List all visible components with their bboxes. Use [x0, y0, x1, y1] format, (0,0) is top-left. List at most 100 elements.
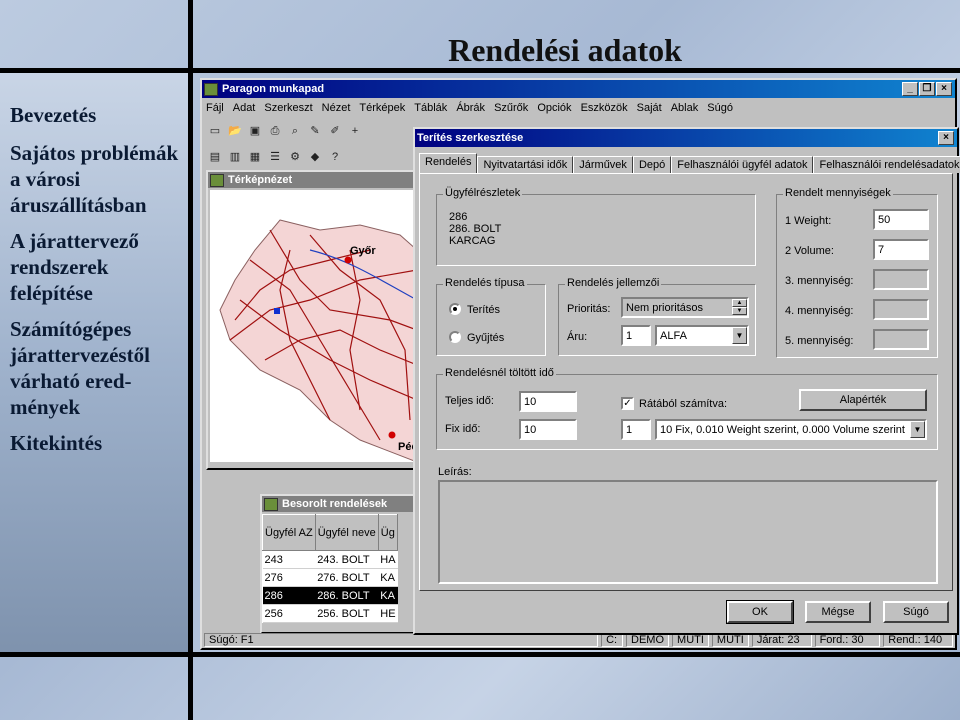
goods-label: Áru: — [567, 331, 588, 343]
rate-select[interactable]: 10 Fix, 0.010 Weight szerint, 0.000 Volu… — [655, 419, 927, 440]
menu-filters[interactable]: Szűrők — [494, 102, 528, 114]
menu-data[interactable]: Adat — [233, 102, 256, 114]
nav-item-problems[interactable]: Sajátos problémák a városi áruszállításb… — [10, 140, 190, 218]
minimize-button[interactable]: _ — [902, 82, 918, 96]
tab-vehicles[interactable]: Járművek — [573, 156, 633, 173]
edit2-icon[interactable]: ✐ — [326, 122, 344, 140]
priority-spinner[interactable]: Nem prioritásos ▲ ▼ — [621, 297, 749, 318]
rate-select-value: 10 Fix, 0.010 Weight szerint, 0.000 Volu… — [660, 424, 905, 436]
help-button[interactable]: Súgó — [883, 601, 949, 623]
weight-field[interactable]: 50 — [873, 209, 929, 230]
list-icon[interactable]: ☰ — [266, 148, 284, 166]
radio-delivery[interactable] — [449, 303, 461, 315]
menu-help[interactable]: Súgó — [707, 102, 733, 114]
spin-down-icon[interactable]: ▼ — [732, 307, 747, 315]
chevron-down-icon[interactable]: ▼ — [910, 421, 925, 438]
book-icon[interactable]: ◆ — [306, 148, 324, 166]
dialog-close-button[interactable]: × — [938, 131, 954, 145]
map-window-icon — [210, 173, 224, 187]
cancel-button[interactable]: Mégse — [805, 601, 871, 623]
menu-file[interactable]: Fájl — [206, 102, 224, 114]
customer-id: 286 — [449, 211, 468, 223]
orders-titlebar[interactable]: Besorolt rendelések — [262, 496, 418, 512]
map-label-gyor: Győr — [350, 245, 376, 257]
default-value-button[interactable]: Alapérték — [799, 389, 927, 411]
volume-field[interactable]: 7 — [873, 239, 929, 260]
nav-item-intro[interactable]: Bevezetés — [10, 102, 190, 128]
table3-icon[interactable]: ▦ — [246, 148, 264, 166]
map-titlebar[interactable]: Térképnézet — [208, 172, 419, 188]
table2-icon[interactable]: ▥ — [226, 148, 244, 166]
qty5-label: 5. mennyiség: — [785, 335, 854, 347]
tab-user-customer-data[interactable]: Felhasználói ügyfél adatok — [671, 156, 814, 173]
menu-custom[interactable]: Saját — [637, 102, 662, 114]
col-customer-name[interactable]: Ügyfél neve — [314, 514, 379, 551]
app-titlebar[interactable]: Paragon munkapad _ ❐ × — [202, 80, 955, 98]
tab-order[interactable]: Rendelés — [419, 153, 478, 173]
radio-pickup-label[interactable]: Gyűjtés — [467, 332, 504, 344]
open-icon[interactable]: 📂 — [226, 122, 244, 140]
col-customer-extra[interactable]: Üg — [377, 514, 399, 551]
goods-number-field[interactable]: 1 — [621, 325, 651, 346]
tab-user-order-data[interactable]: Felhasználói rendelésadatok — [813, 156, 960, 173]
menubar: Fájl Adat Szerkeszt Nézet Térképek Táblá… — [202, 98, 955, 118]
nav-item-structure[interactable]: A járattervező rendszerek felépítése — [10, 228, 190, 306]
ok-button[interactable]: OK — [726, 600, 794, 624]
customer-name: 286. BOLT — [449, 223, 502, 235]
help-icon[interactable]: ? — [326, 148, 344, 166]
add-icon[interactable]: + — [346, 122, 364, 140]
edit-icon[interactable]: ✎ — [306, 122, 324, 140]
table-row[interactable]: 276 276. BOLT KA — [262, 568, 398, 587]
slide-title: Rendelési adatok — [448, 32, 682, 68]
rate-check-label[interactable]: Rátából számítva: — [639, 398, 727, 410]
menu-window[interactable]: Ablak — [671, 102, 699, 114]
spin-buttons[interactable]: ▲ ▼ — [732, 299, 747, 316]
menu-tools[interactable]: Eszközök — [581, 102, 628, 114]
total-time-field[interactable]: 10 — [519, 391, 577, 412]
radio-delivery-label[interactable]: Terítés — [467, 304, 500, 316]
rate-number-field[interactable]: 1 — [621, 419, 651, 440]
nav-item-results[interactable]: Számítógépes járattervezéstől várható er… — [10, 316, 190, 420]
print-icon[interactable]: ⎙ — [266, 122, 284, 140]
nav-item-outlook[interactable]: Kitekintés — [10, 430, 190, 456]
spin-up-icon[interactable]: ▲ — [732, 299, 747, 307]
preview-icon[interactable]: ⌕ — [286, 122, 304, 140]
menu-charts[interactable]: Ábrák — [456, 102, 485, 114]
rate-checkbox[interactable]: ✓ — [621, 397, 634, 410]
col-customer-id[interactable]: Ügyfél AZ — [262, 514, 316, 551]
dialog-title: Terítés szerkesztése — [417, 132, 524, 144]
radio-pickup[interactable] — [449, 331, 461, 343]
tab-opening-hours[interactable]: Nyitvatartási idők — [477, 156, 574, 173]
dialog-titlebar[interactable]: Terítés szerkesztése × — [415, 129, 957, 147]
table-row[interactable]: 243 243. BOLT HA — [262, 550, 398, 569]
restore-button[interactable]: ❐ — [919, 82, 935, 96]
menu-edit[interactable]: Szerkeszt — [264, 102, 312, 114]
tab-depot[interactable]: Depó — [632, 156, 672, 173]
fix-time-field[interactable]: 10 — [519, 419, 577, 440]
table-row[interactable]: 256 256. BOLT HE — [262, 604, 398, 623]
app-icon — [204, 82, 218, 96]
new-icon[interactable]: ▭ — [206, 122, 224, 140]
close-button[interactable]: × — [936, 82, 952, 96]
table-row-selected[interactable]: 286 286. BOLT KA — [262, 586, 398, 605]
chevron-down-icon[interactable]: ▼ — [732, 327, 747, 344]
map-canvas[interactable]: Győr Péc — [210, 190, 417, 462]
menu-options[interactable]: Opciók — [537, 102, 571, 114]
quantities-label: Rendelt mennyiségek — [783, 187, 893, 199]
cell-name: 243. BOLT — [315, 550, 379, 569]
dialog-tabs: Rendelés Nyitvatartási idők Járművek Dep… — [419, 153, 960, 173]
status-help: Súgó: F1 — [204, 633, 599, 647]
table-icon[interactable]: ▤ — [206, 148, 224, 166]
app-title: Paragon munkapad — [222, 83, 325, 95]
slide-nav: Bevezetés Sajátos problémák a városi áru… — [10, 102, 190, 466]
menu-view[interactable]: Nézet — [322, 102, 351, 114]
goods-select[interactable]: ALFA ▼ — [655, 325, 749, 346]
settings-icon[interactable]: ⚙ — [286, 148, 304, 166]
description-field[interactable] — [438, 480, 938, 584]
qty3-field — [873, 269, 929, 290]
cell-id: 256 — [262, 604, 316, 623]
menu-tables[interactable]: Táblák — [414, 102, 447, 114]
cell-extra: HA — [378, 550, 398, 569]
menu-maps[interactable]: Térképek — [359, 102, 405, 114]
save-icon[interactable]: ▣ — [246, 122, 264, 140]
